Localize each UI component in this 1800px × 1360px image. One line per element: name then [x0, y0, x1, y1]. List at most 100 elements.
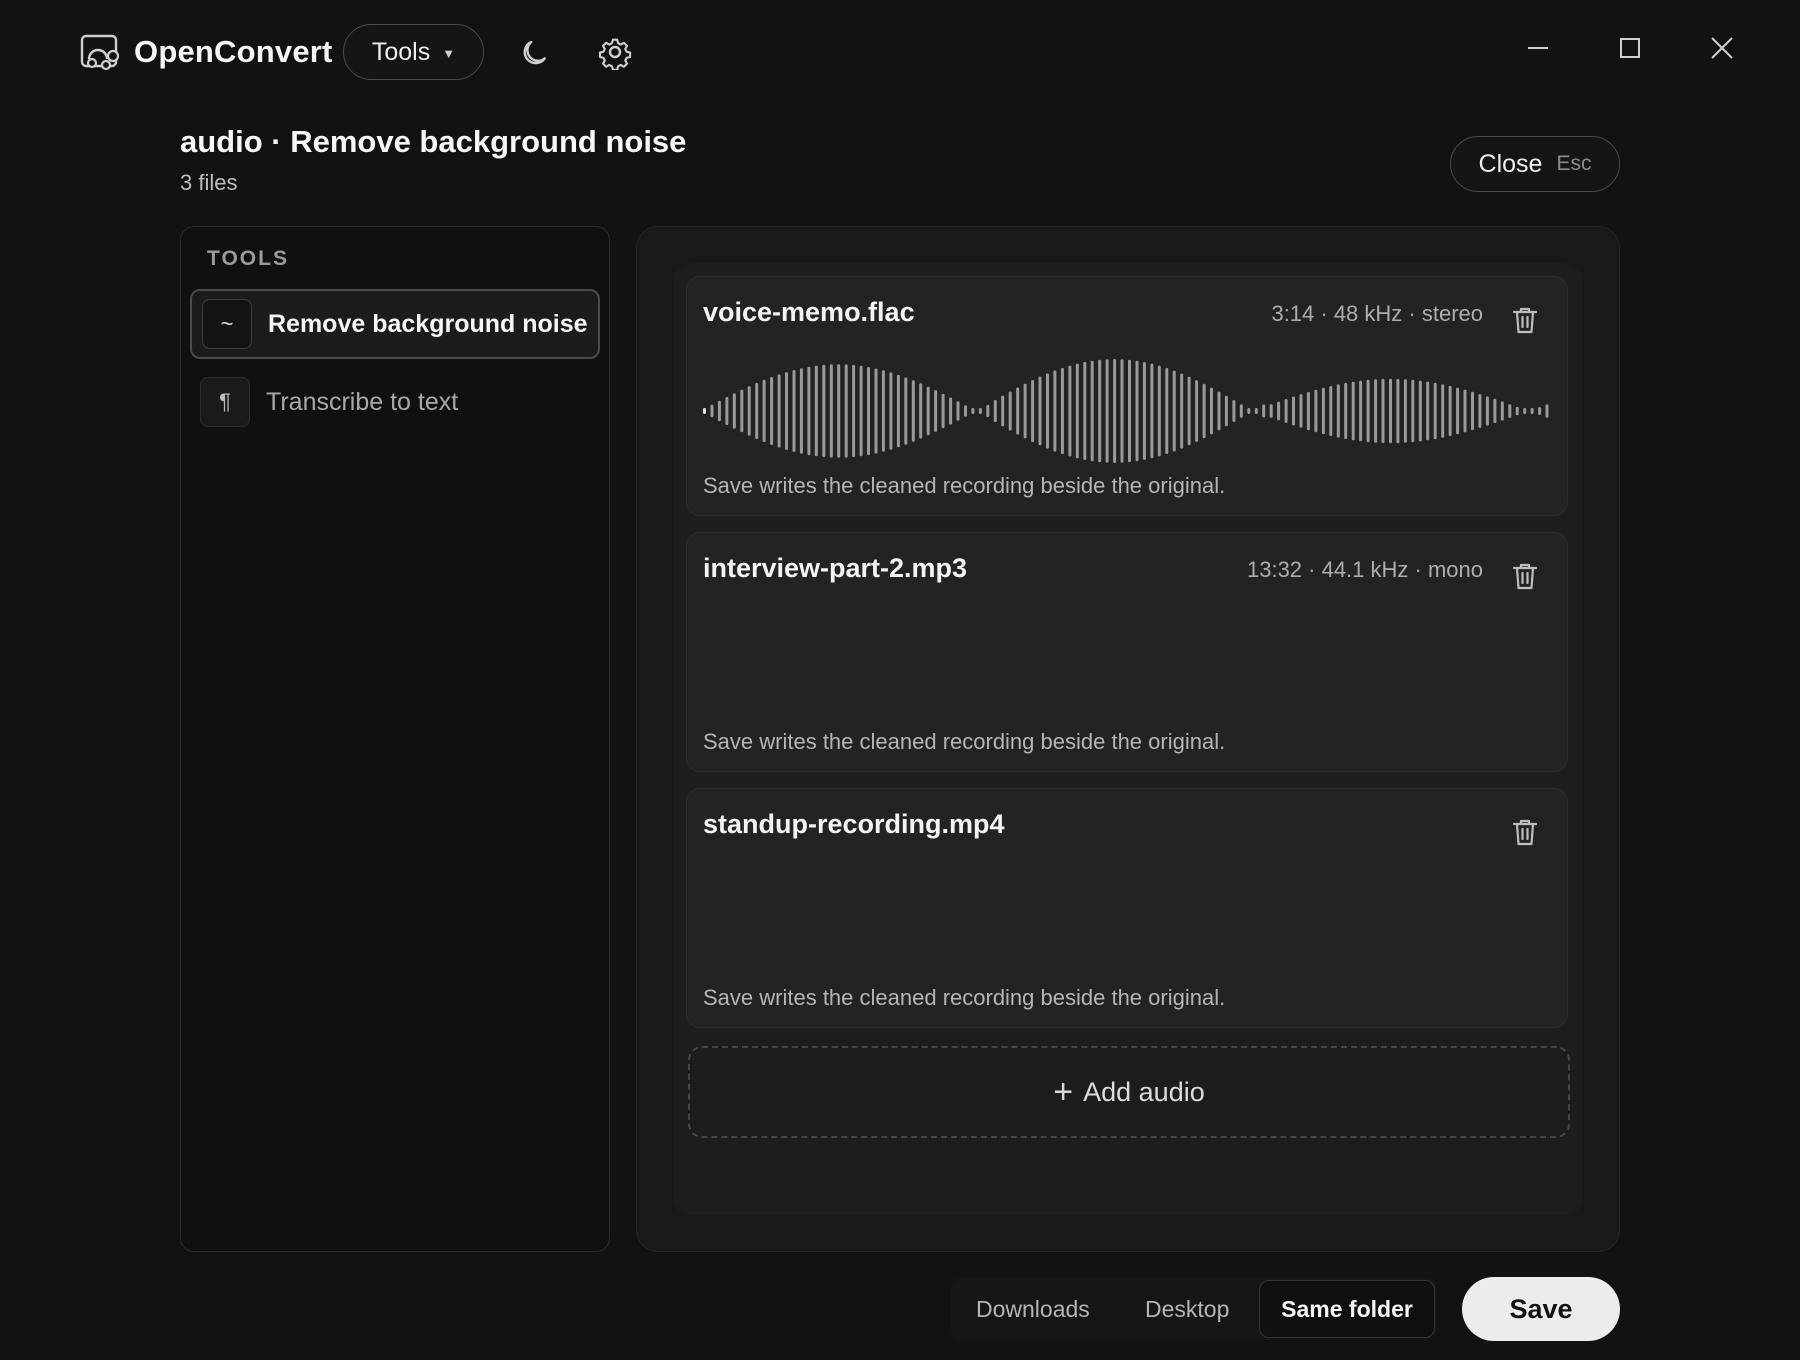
waveform-bar — [1351, 381, 1355, 441]
waveform-bar — [1448, 385, 1452, 437]
file-card: voice-memo.flac 3:14 · 48 kHz · stereo S… — [686, 276, 1568, 516]
moon-icon[interactable] — [518, 34, 554, 70]
waveform-bar — [1299, 394, 1303, 428]
waveform-bar — [1060, 367, 1064, 455]
plus-icon: + — [1053, 1073, 1074, 1111]
waveform-bar — [926, 386, 930, 436]
gear-icon[interactable] — [597, 34, 633, 70]
waveform-bar — [1165, 367, 1169, 454]
sidebar-heading: TOOLS — [207, 247, 289, 270]
waveform-bar — [747, 386, 751, 436]
waveform-bar — [1366, 379, 1370, 443]
waveform-bar — [852, 364, 856, 458]
title-bar: OpenConvert Tools ▼ — [0, 0, 1800, 104]
trash-icon[interactable] — [1511, 817, 1539, 847]
waveform-bar — [1195, 380, 1199, 442]
waveform-bar — [1433, 382, 1437, 440]
waveform-bar — [941, 393, 945, 429]
waveform-bar — [1254, 408, 1258, 414]
waveform-bar — [755, 382, 759, 440]
minimize-icon[interactable] — [1520, 30, 1556, 66]
tools-menu-button[interactable]: Tools ▼ — [343, 24, 484, 80]
page-title: audio · Remove background noise — [180, 124, 687, 159]
waveform-bar — [1269, 404, 1273, 418]
waveform-bar — [1038, 376, 1042, 446]
file-card: interview-part-2.mp3 13:32 · 44.1 kHz · … — [686, 532, 1568, 772]
waveform-bar — [1053, 370, 1057, 452]
waveform-bar — [814, 365, 818, 457]
destination-same-folder[interactable]: Same folder — [1259, 1280, 1435, 1338]
waveform-bar — [822, 364, 826, 458]
waveform-bar — [1515, 406, 1519, 416]
waveform-bar — [1545, 404, 1549, 418]
waveform-bar — [911, 380, 915, 442]
add-audio-label: Add audio — [1083, 1076, 1205, 1107]
destination-selector: Downloads Desktop Same folder — [951, 1278, 1437, 1340]
waveform-bar — [1530, 408, 1534, 414]
save-button[interactable]: Save — [1462, 1277, 1620, 1341]
waveform-bar — [1321, 387, 1325, 435]
trash-icon[interactable] — [1511, 561, 1539, 591]
waveform-bar — [1202, 383, 1206, 439]
destination-desktop[interactable]: Desktop — [1145, 1280, 1229, 1338]
brand: OpenConvert — [80, 32, 333, 72]
add-audio-button[interactable]: + Add audio — [688, 1046, 1570, 1138]
waveform-bar — [1374, 379, 1378, 443]
waveform-bar — [904, 377, 908, 445]
sidebar-item-label: Transcribe to text — [266, 387, 459, 416]
waveform-bar — [1210, 387, 1213, 435]
tools-menu-label: Tools — [371, 37, 431, 66]
waveform-bar — [859, 365, 863, 457]
file-note: Save writes the cleaned recording beside… — [703, 985, 1226, 1010]
waveform-bar — [978, 408, 982, 414]
waveform-bar — [874, 368, 878, 454]
pilcrow-icon: ¶ — [200, 377, 250, 427]
waveform-bar — [1150, 363, 1154, 459]
waveform-bar — [717, 400, 721, 422]
waveform-bar — [889, 372, 893, 450]
waveform-bar — [770, 377, 774, 445]
waveform-bar — [1157, 365, 1161, 457]
file-name: voice-memo.flac — [703, 297, 915, 327]
waveform-bar — [1403, 379, 1407, 443]
sidebar-item-transcribe-to-text[interactable]: ¶ Transcribe to text — [190, 367, 600, 437]
waveform-bar — [964, 405, 967, 417]
waveform-bar — [1463, 389, 1467, 433]
waveform-bar — [777, 374, 781, 448]
tools-sidebar: TOOLS ~ Remove background noise ¶ Transc… — [180, 226, 610, 1252]
waveform-bar — [1538, 407, 1542, 415]
waveform-bar — [1180, 373, 1184, 449]
file-name: interview-part-2.mp3 — [703, 553, 968, 583]
waveform-bar — [785, 372, 788, 450]
waveform-bar — [799, 368, 803, 454]
destination-downloads[interactable]: Downloads — [976, 1280, 1090, 1338]
close-icon[interactable] — [1704, 30, 1740, 66]
waveform-bar — [971, 408, 975, 414]
waveform-bar — [1418, 380, 1422, 442]
maximize-icon[interactable] — [1612, 30, 1648, 66]
waveform-bar — [1336, 384, 1340, 438]
waveform-bar — [1523, 408, 1527, 414]
waveform-bar — [1262, 404, 1266, 418]
file-card: standup-recording.mp4 Save writes the cl… — [686, 788, 1568, 1028]
waveform-bar — [1113, 359, 1117, 463]
waveform-bar — [1314, 389, 1318, 433]
close-button-label: Close — [1478, 149, 1543, 178]
waveform-bar — [1284, 399, 1288, 423]
waveform-bar — [740, 389, 744, 433]
waveform-bar — [934, 390, 938, 432]
waveform-bar — [1426, 381, 1430, 441]
trash-icon[interactable] — [1511, 305, 1539, 335]
waveform-bar — [1485, 396, 1489, 426]
sidebar-item-remove-background-noise[interactable]: ~ Remove background noise — [190, 289, 600, 359]
close-button[interactable]: Close Esc — [1450, 136, 1620, 192]
waveform-bar — [1329, 386, 1333, 437]
waveform-bar — [762, 379, 766, 443]
waveform-bar — [1098, 359, 1102, 463]
waveform-bar — [1172, 370, 1176, 452]
waveform-bar — [1456, 387, 1460, 435]
waveform-bar — [792, 370, 796, 452]
waveform-bar — [1105, 359, 1109, 463]
waveform-bar — [1142, 362, 1146, 460]
waveform-bar — [1441, 384, 1445, 438]
